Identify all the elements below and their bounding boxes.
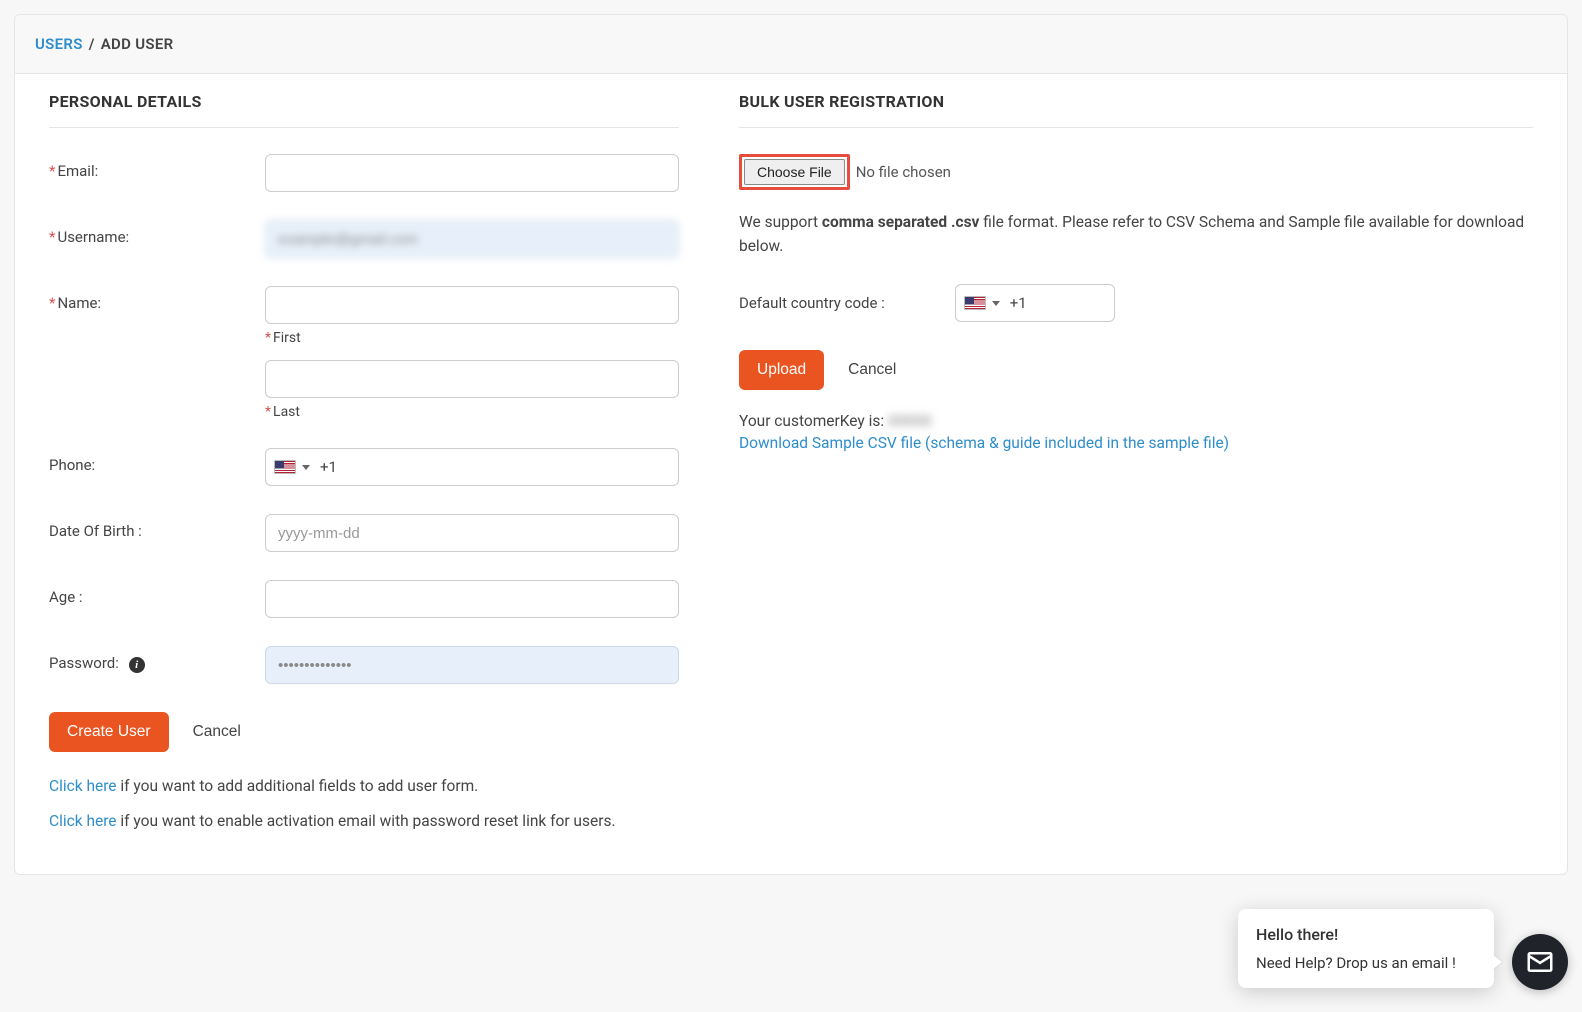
password-label: Password: i <box>49 646 265 673</box>
password-input[interactable] <box>265 646 679 684</box>
password-row: Password: i <box>49 646 679 684</box>
email-row: *Email: <box>49 154 679 192</box>
first-name-input[interactable] <box>265 286 679 324</box>
choose-file-button[interactable]: Choose File <box>744 159 845 185</box>
cancel-button[interactable]: Cancel <box>183 712 251 752</box>
default-country-code-value: +1 <box>1010 294 1027 312</box>
phone-input[interactable]: +1 <box>265 448 679 486</box>
bulk-registration-title: BULK USER REGISTRATION <box>739 92 1533 128</box>
chat-popup-caret-icon <box>1492 954 1502 970</box>
chat-popup: Hello there! Need Help? Drop us an email… <box>1238 909 1494 988</box>
dob-label: Date Of Birth : <box>49 514 265 540</box>
phone-label: Phone: <box>49 448 265 474</box>
activation-email-hint: Click here if you want to enable activat… <box>49 809 679 834</box>
us-flag-icon <box>964 296 986 310</box>
upload-button[interactable]: Upload <box>739 350 824 390</box>
dob-row: Date Of Birth : <box>49 514 679 552</box>
info-icon[interactable]: i <box>129 657 145 673</box>
chevron-down-icon <box>302 465 310 470</box>
personal-details-section: PERSONAL DETAILS *Email: *Username: *Nam… <box>49 92 679 834</box>
customer-key-value: 00000 <box>888 412 932 430</box>
bulk-actions: Upload Cancel <box>739 350 1533 390</box>
last-name-sublabel: *Last <box>265 404 679 420</box>
choose-file-highlight: Choose File <box>739 154 850 190</box>
breadcrumb-separator: / <box>89 35 95 53</box>
dob-input[interactable] <box>265 514 679 552</box>
bulk-registration-section: BULK USER REGISTRATION Choose File No fi… <box>739 92 1533 834</box>
support-text: We support comma separated .csv file for… <box>739 210 1533 258</box>
bulk-cancel-button[interactable]: Cancel <box>838 350 906 390</box>
breadcrumb-current: ADD USER <box>101 35 174 53</box>
email-input[interactable] <box>265 154 679 192</box>
name-label: *Name: <box>49 286 265 312</box>
customer-key-row: Your customerKey is: 00000 <box>739 412 1533 430</box>
name-row: *Name: *First *Last <box>49 286 679 420</box>
username-input[interactable] <box>265 220 679 258</box>
age-row: Age : <box>49 580 679 618</box>
content: PERSONAL DETAILS *Email: *Username: *Nam… <box>15 74 1567 874</box>
email-label: *Email: <box>49 154 265 180</box>
activation-email-link[interactable]: Click here <box>49 812 117 830</box>
form-actions: Create User Cancel <box>49 712 679 752</box>
first-name-sublabel: *First <box>265 330 679 346</box>
page-card: USERS / ADD USER PERSONAL DETAILS *Email… <box>14 14 1568 875</box>
breadcrumb: USERS / ADD USER <box>15 15 1567 74</box>
age-input[interactable] <box>265 580 679 618</box>
chevron-down-icon <box>992 301 1000 306</box>
mail-icon <box>1525 947 1555 977</box>
file-chooser-row: Choose File No file chosen <box>739 154 1533 190</box>
default-country-code-row: Default country code : +1 <box>739 284 1533 322</box>
last-name-input[interactable] <box>265 360 679 398</box>
username-row: *Username: <box>49 220 679 258</box>
create-user-button[interactable]: Create User <box>49 712 169 752</box>
default-country-code-label: Default country code : <box>739 294 885 312</box>
phone-code: +1 <box>320 458 337 476</box>
phone-row: Phone: +1 <box>49 448 679 486</box>
us-flag-icon <box>274 460 296 474</box>
file-status: No file chosen <box>856 163 951 181</box>
chat-fab-button[interactable] <box>1512 934 1568 990</box>
download-sample-link[interactable]: Download Sample CSV file (schema & guide… <box>739 434 1229 452</box>
personal-details-title: PERSONAL DETAILS <box>49 92 679 128</box>
chat-greeting: Hello there! <box>1256 925 1476 944</box>
age-label: Age : <box>49 580 265 606</box>
additional-fields-hint: Click here if you want to add additional… <box>49 774 679 799</box>
username-label: *Username: <box>49 220 265 246</box>
additional-fields-link[interactable]: Click here <box>49 777 117 795</box>
chat-message: Need Help? Drop us an email ! <box>1256 954 1476 972</box>
default-country-code-select[interactable]: +1 <box>955 284 1115 322</box>
breadcrumb-users-link[interactable]: USERS <box>35 35 83 53</box>
